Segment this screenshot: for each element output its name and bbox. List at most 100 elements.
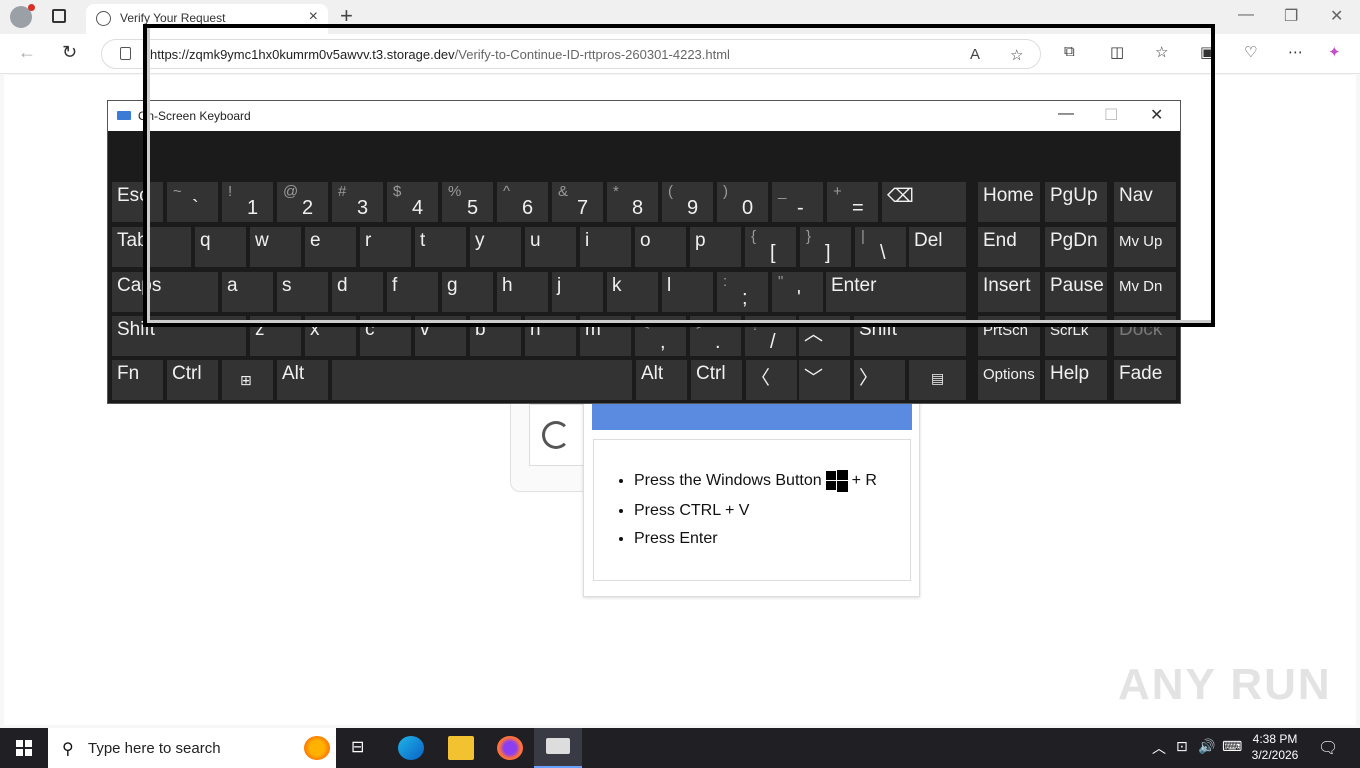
key-prtscn[interactable]: PrtScn — [978, 316, 1040, 356]
key-left-arrow[interactable]: 〈 — [746, 360, 797, 400]
key-sym-0[interactable]: <, — [635, 316, 686, 356]
key-enter[interactable]: Enter — [826, 272, 966, 312]
key-ctrl-right[interactable]: Ctrl — [691, 360, 742, 400]
osk-taskbar-app[interactable] — [534, 728, 582, 768]
captcha-box[interactable] — [529, 404, 589, 466]
key-sym-1[interactable]: >. — [690, 316, 741, 356]
key-g[interactable]: g — [442, 272, 493, 312]
key-h[interactable]: h — [497, 272, 548, 312]
notifications-icon[interactable]: 🗨 — [1318, 738, 1338, 758]
file-explorer-icon[interactable] — [448, 736, 474, 760]
osk-close-icon[interactable]: ✕ — [1150, 105, 1163, 125]
key-i[interactable]: i — [580, 227, 631, 267]
key-bracket-1[interactable]: }] — [800, 227, 851, 267]
key-up-arrow[interactable]: ︿ — [799, 316, 850, 356]
key-u[interactable]: u — [525, 227, 576, 267]
key-k[interactable]: k — [607, 272, 658, 312]
key-space[interactable] — [332, 360, 632, 400]
key-num-1[interactable]: ! 1 — [222, 182, 273, 222]
key-num-8[interactable]: * 8 — [607, 182, 658, 222]
key-b[interactable]: b — [470, 316, 521, 356]
key-pgdn[interactable]: PgDn — [1045, 227, 1107, 267]
start-windows-icon[interactable] — [16, 740, 32, 756]
restore-icon[interactable]: ❐ — [1284, 6, 1298, 26]
key-y[interactable]: y — [470, 227, 521, 267]
key-s[interactable]: s — [277, 272, 328, 312]
key-num-2[interactable]: @2 — [277, 182, 328, 222]
taskbar-search[interactable]: ⚲ Type here to search — [48, 728, 336, 768]
key-q[interactable]: q — [195, 227, 246, 267]
key-x[interactable]: x — [305, 316, 356, 356]
key-alt[interactable]: Alt — [277, 360, 328, 400]
key-nav[interactable]: Nav — [1114, 182, 1176, 222]
key-o[interactable]: o — [635, 227, 686, 267]
network-icon[interactable]: ⊡ — [1176, 738, 1188, 755]
key-num-12[interactable]: + = — [827, 182, 878, 222]
key-num-10[interactable]: ) 0 — [717, 182, 768, 222]
key-num-4[interactable]: $4 — [387, 182, 438, 222]
key-w[interactable]: w — [250, 227, 301, 267]
collections-icon[interactable]: ▣ — [1200, 43, 1214, 61]
key-pause[interactable]: Pause — [1045, 272, 1107, 312]
key-tab[interactable]: Tab — [112, 227, 191, 267]
key-mvup[interactable]: Mv Up — [1114, 227, 1176, 267]
key-options[interactable]: Options — [978, 360, 1040, 400]
edge-icon[interactable] — [398, 736, 424, 760]
key-menu[interactable]: ▤ — [909, 360, 966, 400]
firefox-icon[interactable] — [497, 736, 523, 760]
key-mvdn[interactable]: Mv Dn — [1114, 272, 1176, 312]
key-shift-right[interactable]: Shift — [854, 316, 966, 356]
minimize-icon[interactable]: — — [1238, 6, 1254, 24]
osk-title-bar[interactable]: On-Screen Keyboard — ☐ ✕ — [108, 101, 1180, 131]
extensions-icon[interactable]: ⧉ — [1064, 43, 1075, 60]
key-caps[interactable]: Caps — [112, 272, 218, 312]
key-punct-1[interactable]: " ' — [772, 272, 823, 312]
key-num-11[interactable]: _ - — [772, 182, 823, 222]
key-f[interactable]: f — [387, 272, 438, 312]
key-a[interactable]: a — [222, 272, 273, 312]
key-help[interactable]: Help — [1045, 360, 1107, 400]
key-num-0[interactable]: ~ ` — [167, 182, 218, 222]
key-l[interactable]: l — [662, 272, 713, 312]
key-scrlk[interactable]: ScrLk — [1045, 316, 1107, 356]
key-fn[interactable]: Fn — [112, 360, 163, 400]
key-e[interactable]: e — [305, 227, 356, 267]
key-bracket-2[interactable]: | \ — [855, 227, 906, 267]
refresh-icon[interactable]: ↻ — [62, 42, 77, 63]
close-window-icon[interactable]: ✕ — [1330, 6, 1343, 26]
key-ctrl[interactable]: Ctrl — [167, 360, 218, 400]
key-backspace[interactable]: ⌫ — [882, 182, 966, 222]
key-num-3[interactable]: #3 — [332, 182, 383, 222]
key-right-arrow[interactable]: 〉 — [854, 360, 905, 400]
key-num-6[interactable]: ^ 6 — [497, 182, 548, 222]
key-shift[interactable]: Shift — [112, 316, 246, 356]
tab-actions-icon[interactable] — [52, 9, 66, 23]
taskbar-clock[interactable]: 4:38 PM 3/2/2026 — [1240, 731, 1310, 763]
browser-tab[interactable]: Verify Your Request × — [86, 4, 328, 34]
address-bar[interactable]: https://zqmk9ymc1hx0kumrm0v5awvv.t3.stor… — [101, 39, 1041, 69]
key-r[interactable]: r — [360, 227, 411, 267]
split-screen-icon[interactable]: ◫ — [1110, 43, 1124, 61]
key-c[interactable]: c — [360, 316, 411, 356]
key-num-5[interactable]: % 5 — [442, 182, 493, 222]
new-tab-icon[interactable]: + — [340, 3, 353, 29]
key-insert[interactable]: Insert — [978, 272, 1040, 312]
key-d[interactable]: d — [332, 272, 383, 312]
key-j[interactable]: j — [552, 272, 603, 312]
key-home[interactable]: Home — [978, 182, 1040, 222]
key-alt-right[interactable]: Alt — [636, 360, 687, 400]
key-end[interactable]: End — [978, 227, 1040, 267]
key-bracket-0[interactable]: {[ — [745, 227, 796, 267]
osk-minimize-icon[interactable]: — — [1058, 105, 1074, 123]
key-num-7[interactable]: & 7 — [552, 182, 603, 222]
more-menu-icon[interactable]: ⋯ — [1288, 43, 1303, 61]
key-m[interactable]: m — [580, 316, 631, 356]
favorite-star-icon[interactable]: ☆ — [1010, 46, 1023, 64]
copilot-icon[interactable]: ✦ — [1328, 43, 1341, 61]
back-icon[interactable]: ← — [18, 42, 36, 63]
lock-icon[interactable] — [120, 47, 131, 60]
task-view-icon[interactable]: ⊟ — [351, 737, 364, 757]
performance-icon[interactable]: ♡ — [1244, 43, 1257, 61]
favorites-icon[interactable]: ☆ — [1155, 43, 1168, 61]
osk-maximize-icon[interactable]: ☐ — [1104, 105, 1118, 125]
